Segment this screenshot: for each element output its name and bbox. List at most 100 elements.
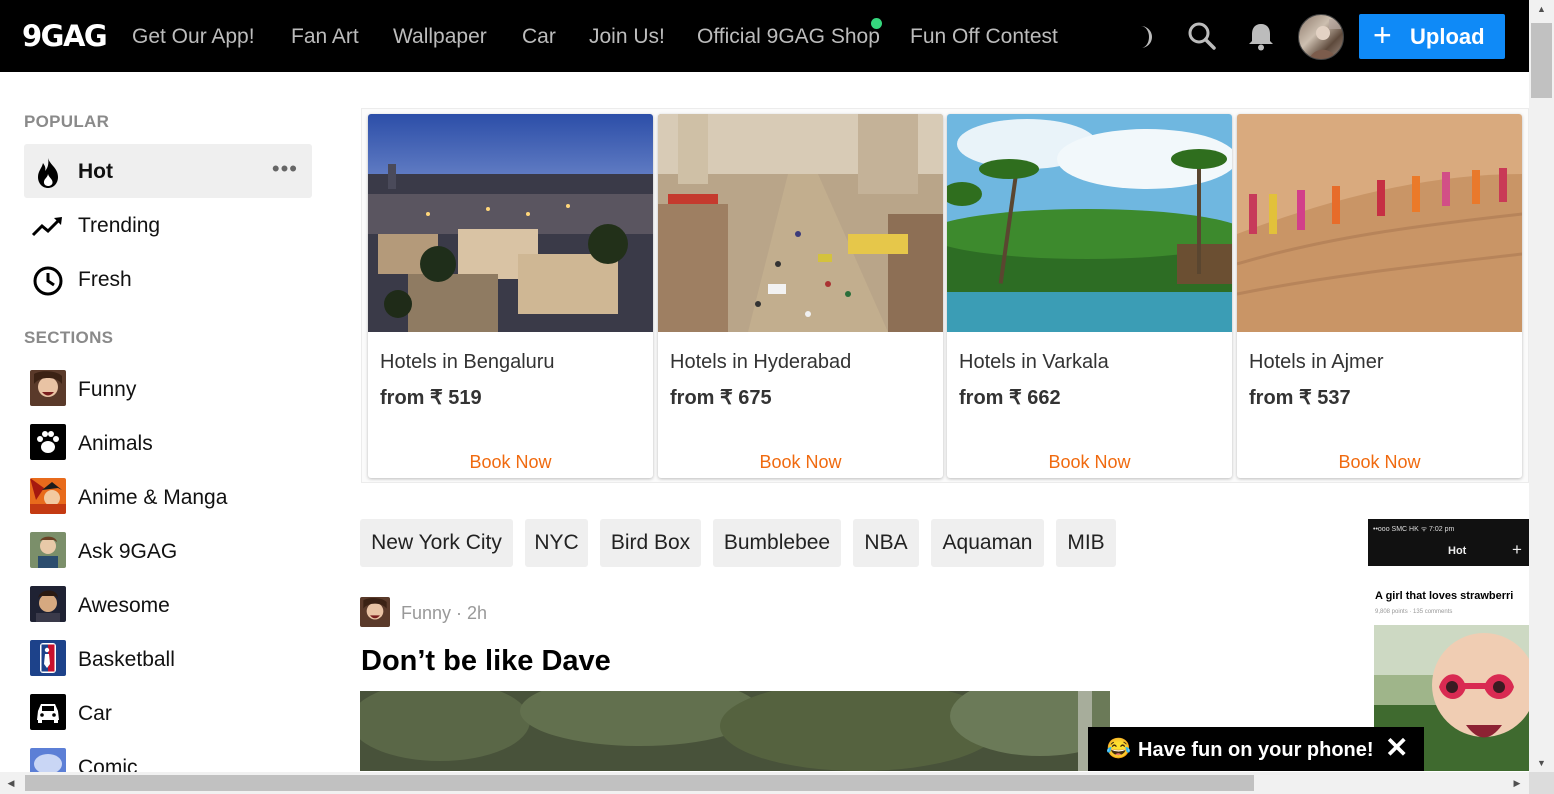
shop-notification-dot xyxy=(871,18,882,29)
logo[interactable]: 9GAG xyxy=(22,18,108,54)
funny-section-icon xyxy=(30,370,66,406)
book-now-link[interactable]: Book Now xyxy=(368,451,653,473)
horizontal-scroll-thumb[interactable] xyxy=(25,775,1254,791)
comic-section-icon xyxy=(30,748,66,772)
sidebar-item-hot[interactable]: Hot ••• xyxy=(24,144,312,198)
hotel-name: Hotels in Bengaluru xyxy=(380,351,555,373)
horizontal-scrollbar[interactable]: ◀ ▶ xyxy=(0,772,1529,794)
paw-icon xyxy=(30,424,66,460)
hotel-name: Hotels in Varkala xyxy=(959,351,1109,373)
sidebar-item-label: Awesome xyxy=(78,594,170,617)
sidebar-item-basketball[interactable]: Basketball xyxy=(24,632,312,686)
anime-section-icon xyxy=(30,478,66,514)
tag-new-york-city[interactable]: New York City xyxy=(360,519,513,567)
nav-wallpaper[interactable]: Wallpaper xyxy=(393,24,487,50)
sidebar-item-label: Trending xyxy=(78,214,161,237)
nav-fun-off-contest[interactable]: Fun Off Contest xyxy=(910,24,1058,50)
sidebar-item-label: Ask 9GAG xyxy=(78,540,178,563)
sidebar-item-label: Basketball xyxy=(78,648,175,671)
upload-label: Upload xyxy=(1410,24,1485,49)
hotel-name: Hotels in Hyderabad xyxy=(670,351,852,373)
hotel-price: from ₹ 675 xyxy=(670,387,772,409)
hotel-card-bengaluru[interactable]: Hotels in Bengaluru from ₹ 519 Book Now xyxy=(368,114,653,478)
hotel-photo xyxy=(658,114,943,332)
awesome-section-icon xyxy=(30,586,66,622)
vertical-scrollbar[interactable]: ▲ ▼ xyxy=(1529,0,1554,772)
tag-bird-box[interactable]: Bird Box xyxy=(600,519,701,567)
flame-icon xyxy=(30,155,66,191)
toast-text: Have fun on your phone! xyxy=(1138,739,1374,761)
nba-logo-icon xyxy=(30,640,66,676)
post-meta[interactable]: Funny · 2h xyxy=(401,602,487,624)
sidebar-item-funny[interactable]: Funny xyxy=(24,362,312,416)
scroll-up-arrow-icon[interactable]: ▲ xyxy=(1529,0,1554,18)
nav-get-our-app[interactable]: Get Our App! xyxy=(132,24,255,50)
sidebar-item-animals[interactable]: Animals xyxy=(24,416,312,470)
sidebar: POPULAR Hot ••• Trending Fresh SECTIONS xyxy=(0,72,340,772)
sidebar-item-label: Animals xyxy=(78,432,153,455)
hotel-photo xyxy=(947,114,1232,332)
user-avatar[interactable] xyxy=(1298,14,1344,60)
sidebar-item-anime-manga[interactable]: Anime & Manga xyxy=(24,470,312,524)
book-now-link[interactable]: Book Now xyxy=(947,451,1232,473)
phone-header: ••ooo SMC HK ᯤ 7:02 pm Hot + xyxy=(1368,519,1529,566)
phone-plus-icon: + xyxy=(1512,540,1522,559)
hotel-card-hyderabad[interactable]: Hotels in Hyderabad from ₹ 675 Book Now xyxy=(658,114,943,478)
tag-mib[interactable]: MIB xyxy=(1056,519,1116,567)
hotel-price: from ₹ 519 xyxy=(380,387,482,409)
hotel-photo xyxy=(1237,114,1522,332)
sidebar-item-comic[interactable]: Comic xyxy=(24,740,312,772)
nav-official-shop[interactable]: Official 9GAG Shop xyxy=(697,24,880,50)
sidebar-item-ask-9gag[interactable]: Ask 9GAG xyxy=(24,524,312,578)
sidebar-item-trending[interactable]: Trending xyxy=(24,198,312,252)
scrollbar-corner xyxy=(1529,772,1554,794)
tag-aquaman[interactable]: Aquaman xyxy=(931,519,1044,567)
nav-fan-art[interactable]: Fan Art xyxy=(291,24,359,50)
tag-nba[interactable]: NBA xyxy=(853,519,919,567)
sidebar-item-fresh[interactable]: Fresh xyxy=(24,252,312,306)
app-promo-toast[interactable]: 😂 Have fun on your phone! ✕ xyxy=(1088,727,1424,771)
scroll-left-arrow-icon[interactable]: ◀ xyxy=(0,772,22,794)
sections-heading: SECTIONS xyxy=(24,328,114,347)
sidebar-item-label: Fresh xyxy=(78,268,132,291)
sidebar-item-label: Car xyxy=(78,702,112,725)
more-options-icon[interactable]: ••• xyxy=(272,156,298,182)
phone-status-bar: ••ooo SMC HK ᯤ 7:02 pm xyxy=(1373,526,1455,533)
scroll-right-arrow-icon[interactable]: ▶ xyxy=(1506,772,1528,794)
sidebar-item-awesome[interactable]: Awesome xyxy=(24,578,312,632)
tag-nyc[interactable]: NYC xyxy=(525,519,588,567)
book-now-link[interactable]: Book Now xyxy=(658,451,943,473)
book-now-link[interactable]: Book Now xyxy=(1237,451,1522,473)
bell-icon[interactable] xyxy=(1244,19,1278,53)
post-title[interactable]: Don’t be like Dave xyxy=(361,643,611,679)
sidebar-item-label: Comic xyxy=(78,756,138,772)
post-image[interactable] xyxy=(360,691,1110,771)
sidebar-item-label: Funny xyxy=(78,378,137,401)
nav-join-us[interactable]: Join Us! xyxy=(589,24,665,50)
tag-bumblebee[interactable]: Bumblebee xyxy=(713,519,841,567)
search-icon[interactable] xyxy=(1185,19,1219,53)
hotel-price: from ₹ 537 xyxy=(1249,387,1351,409)
sidebar-item-label: Hot xyxy=(78,160,113,183)
hotel-price: from ₹ 662 xyxy=(959,387,1061,409)
ask-9gag-section-icon xyxy=(30,532,66,568)
hotel-card-varkala[interactable]: Hotels in Varkala from ₹ 662 Book Now xyxy=(947,114,1232,478)
trending-icon xyxy=(30,209,66,245)
phone-post-caption: A girl that loves strawberri xyxy=(1375,590,1514,602)
nav-car[interactable]: Car xyxy=(522,24,556,50)
popular-heading: POPULAR xyxy=(24,112,110,131)
upload-button[interactable]: + Upload xyxy=(1359,14,1505,59)
car-icon xyxy=(30,694,66,730)
close-icon[interactable]: ✕ xyxy=(1385,733,1408,763)
page: 9GAG Get Our App! Fan Art Wallpaper Car … xyxy=(0,0,1554,794)
sidebar-item-car[interactable]: Car xyxy=(24,686,312,740)
phone-post-stats: 9,808 points · 135 comments xyxy=(1375,609,1453,615)
vertical-scroll-thumb[interactable] xyxy=(1531,23,1552,98)
hotel-ad-carousel: Hotels in Bengaluru from ₹ 519 Book Now xyxy=(361,108,1529,483)
hotel-card-ajmer[interactable]: Hotels in Ajmer from ₹ 537 Book Now xyxy=(1237,114,1522,478)
scroll-down-arrow-icon[interactable]: ▼ xyxy=(1529,754,1554,772)
phone-tab-hot: Hot xyxy=(1448,545,1467,557)
post-section-avatar[interactable] xyxy=(360,597,390,627)
hotel-photo xyxy=(368,114,653,332)
moon-icon[interactable] xyxy=(1128,19,1162,53)
